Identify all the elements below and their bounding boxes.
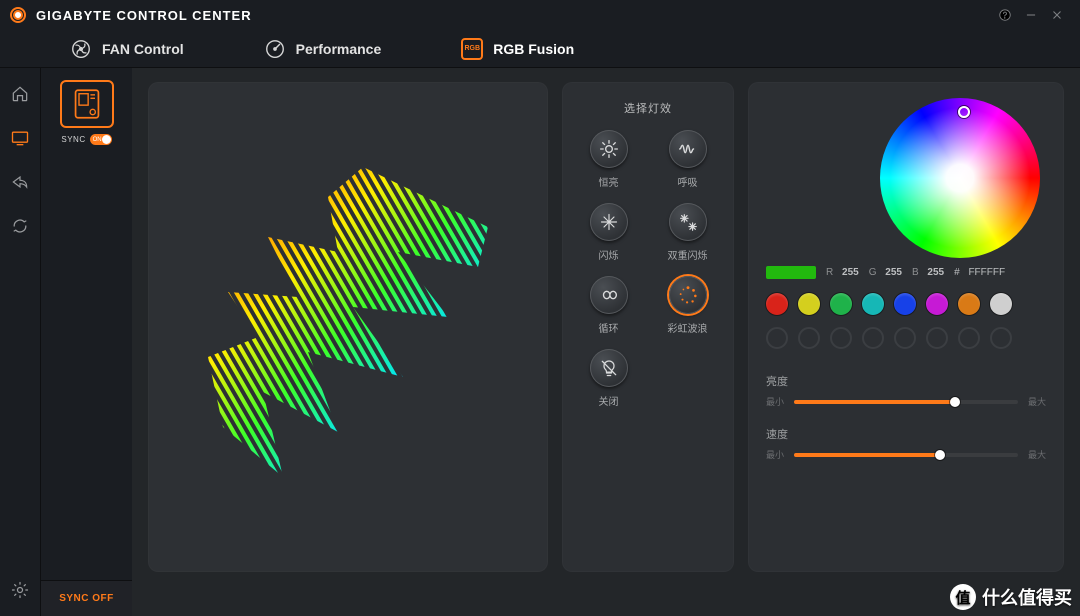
close-button[interactable] [1044,2,1070,28]
side-nav [0,68,40,616]
tab-label: Performance [296,41,382,57]
rgb-fusion-icon: RGB [461,38,483,60]
speed-thumb[interactable] [935,450,945,460]
effect-rainbow-wave[interactable]: 彩虹波浪 [657,276,718,335]
nav-share[interactable] [8,170,32,194]
effect-cycle[interactable]: 循环 [578,276,639,335]
nav-display[interactable] [8,126,32,150]
custom-swatch-slot[interactable] [958,327,980,349]
color-panel: R 255 G 255 B 255 # FFFFFF [748,82,1064,572]
color-wheel[interactable] [880,98,1040,258]
nav-refresh[interactable] [8,214,32,238]
wave-icon [669,130,707,168]
sun-icon [590,130,628,168]
infinity-icon [590,276,628,314]
custom-swatch-slot[interactable] [894,327,916,349]
preview-panel [148,82,548,572]
effect-off[interactable]: 关闭 [578,349,639,408]
device-sync-row: SYNC ON [61,134,111,145]
effect-flash[interactable]: 闪烁 [578,203,639,262]
color-wheel-picker[interactable] [958,106,970,118]
speed-track[interactable] [794,453,1018,457]
custom-swatch-slot[interactable] [766,327,788,349]
custom-swatch-slot[interactable] [830,327,852,349]
sync-label: SYNC [61,135,85,144]
rgb-value-row: R 255 G 255 B 255 # FFFFFF [766,266,1046,279]
preset-swatch[interactable] [798,293,820,315]
current-color-swatch [766,266,816,279]
help-icon [998,8,1012,22]
sync-off-button[interactable]: SYNC OFF [41,580,132,616]
custom-swatch-slots [766,327,1046,349]
fan-icon [70,38,92,60]
brightness-track[interactable] [794,400,1018,404]
home-icon [10,84,30,104]
sparkle-icon [590,203,628,241]
hex-value[interactable]: FFFFFF [968,267,1005,278]
nav-home[interactable] [8,82,32,106]
rgb-r-value[interactable]: 255 [842,267,859,278]
device-column: SYNC ON SYNC OFF [40,68,132,616]
content-area: 选择灯效 恒亮 呼吸 闪烁 [132,68,1080,616]
preset-swatch[interactable] [766,293,788,315]
monitor-icon [10,128,30,148]
minimize-icon [1024,8,1038,22]
rgb-g-value[interactable]: 255 [885,267,902,278]
effect-breathing[interactable]: 呼吸 [657,130,718,189]
tab-rgb-fusion[interactable]: RGB RGB Fusion [461,38,574,60]
slider-brightness: 亮度 最小 最大 [766,373,1046,408]
preset-swatch[interactable] [958,293,980,315]
custom-swatch-slot[interactable] [926,327,948,349]
effect-double-flash[interactable]: 双重闪烁 [657,203,718,262]
slider-speed: 速度 最小 最大 [766,426,1046,461]
effect-static[interactable]: 恒亮 [578,130,639,189]
close-icon [1050,8,1064,22]
effects-panel: 选择灯效 恒亮 呼吸 闪烁 [562,82,734,572]
preset-swatch[interactable] [990,293,1012,315]
gear-icon [10,580,30,600]
preset-swatch[interactable] [894,293,916,315]
aorus-logo-preview [188,157,508,497]
custom-swatch-slot[interactable] [990,327,1012,349]
top-tabs: FAN Control Performance RGB RGB Fusion [0,30,1080,68]
pc-case-icon [72,88,102,120]
minimize-button[interactable] [1018,2,1044,28]
help-button[interactable] [992,2,1018,28]
rgb-b-value[interactable]: 255 [927,267,944,278]
forward-icon [10,172,30,192]
preset-swatches [766,293,1046,315]
nav-settings[interactable] [8,578,32,602]
preset-swatch[interactable] [830,293,852,315]
sync-toggle[interactable]: ON [90,134,112,145]
aorus-logo-icon [188,157,508,497]
tab-label: FAN Control [102,41,184,57]
tab-label: RGB Fusion [493,41,574,57]
double-sparkle-icon [669,203,707,241]
effects-title: 选择灯效 [572,100,724,116]
title-bar: GIGABYTE CONTROL CENTER [0,0,1080,30]
device-card-pc[interactable] [60,80,114,128]
custom-swatch-slot[interactable] [798,327,820,349]
brightness-thumb[interactable] [950,397,960,407]
app-logo-icon [10,7,26,23]
app-title: GIGABYTE CONTROL CENTER [36,8,252,23]
tab-fan-control[interactable]: FAN Control [70,38,184,60]
bulb-off-icon [590,349,628,387]
loading-dots-icon [669,276,707,314]
refresh-icon [10,216,30,236]
preset-swatch[interactable] [862,293,884,315]
preset-swatch[interactable] [926,293,948,315]
gauge-icon [264,38,286,60]
custom-swatch-slot[interactable] [862,327,884,349]
tab-performance[interactable]: Performance [264,38,382,60]
